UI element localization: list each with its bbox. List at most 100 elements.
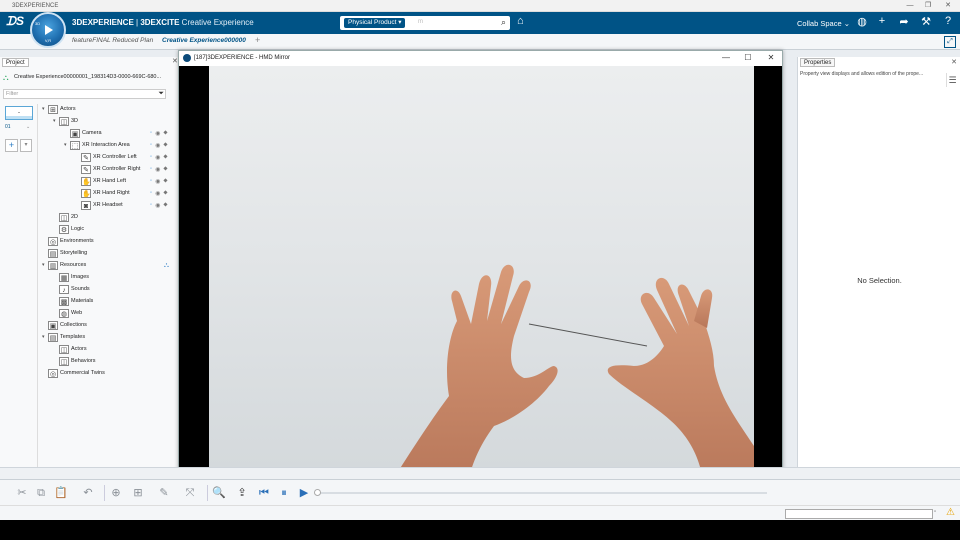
expand-icon[interactable]: ⤢: [944, 36, 956, 48]
share-icon[interactable]: ➦: [896, 15, 912, 28]
filter-input[interactable]: Filter ⏷: [3, 89, 166, 99]
search-context-dropdown[interactable]: Physical Product ▾: [344, 18, 406, 28]
collab-space-dropdown[interactable]: Collab Space ⌄: [797, 19, 850, 28]
tree-item[interactable]: ▣ Camera: [64, 127, 102, 139]
version-button[interactable]: -: [5, 106, 33, 120]
lock-icon[interactable]: ⬥: [163, 202, 167, 209]
lock-icon[interactable]: ⬥: [163, 142, 167, 149]
eye-icon[interactable]: ◉: [155, 154, 160, 161]
help-icon[interactable]: ?: [940, 15, 956, 27]
add-icon[interactable]: +: [874, 15, 890, 27]
eye-icon[interactable]: ◉: [155, 178, 160, 185]
tree-item[interactable]: ✋ XR Hand Left: [75, 175, 126, 187]
eye-icon[interactable]: ◉: [155, 190, 160, 197]
tree-item[interactable]: ✎ XR Controller Left: [75, 151, 137, 163]
minimize-button[interactable]: —: [900, 0, 920, 12]
close-button[interactable]: ✕: [764, 53, 778, 62]
eye-icon[interactable]: ◉: [155, 166, 160, 173]
tree-item[interactable]: ◎ Commercial Twins: [42, 367, 105, 379]
visibility-dot-icon[interactable]: ◦: [150, 130, 152, 136]
tree-item[interactable]: ▩ Materials: [53, 295, 93, 307]
lock-icon[interactable]: ⬥: [163, 166, 167, 173]
search-input[interactable]: m: [418, 19, 423, 25]
vr-scene[interactable]: [209, 66, 754, 486]
command-input[interactable]: [785, 509, 933, 519]
tree-item[interactable]: ◍ Web: [53, 307, 82, 319]
pen-icon[interactable]: ✎: [156, 485, 172, 501]
undo-icon[interactable]: ↶: [80, 485, 96, 501]
eye-icon[interactable]: ◉: [155, 202, 160, 209]
tree-item[interactable]: ◫ 2D: [53, 211, 78, 223]
tree-item[interactable]: ▤ Storytelling: [42, 247, 87, 259]
tree-item[interactable]: ▾ ▥ Resources: [42, 259, 86, 271]
tree-item[interactable]: ⚙ Logic: [53, 223, 84, 235]
transform-icon[interactable]: ⤧: [182, 485, 198, 501]
tab-feature-final[interactable]: featureFINAL Reduced Plan: [72, 37, 160, 44]
cut-icon[interactable]: ✂: [14, 485, 30, 501]
visibility-dot-icon[interactable]: ◦: [150, 178, 152, 184]
lock-icon[interactable]: ⬥: [163, 154, 167, 161]
close-icon[interactable]: ✕: [951, 58, 957, 66]
eye-icon[interactable]: ◉: [155, 142, 160, 149]
warning-icon[interactable]: ⚠: [946, 507, 955, 518]
tree-item[interactable]: ▾ ⊞ Actors: [42, 103, 76, 115]
user-icon[interactable]: ◍: [854, 15, 870, 28]
pause-icon[interactable]: ⏸: [276, 485, 292, 501]
hmd-viewport[interactable]: [179, 66, 782, 486]
step-back-icon[interactable]: ⏮: [256, 485, 272, 501]
search-icon[interactable]: ⌕: [501, 17, 506, 28]
visibility-dot-icon[interactable]: ◦: [150, 202, 152, 208]
tree-item[interactable]: ◫ Actors: [53, 343, 87, 355]
play-icon[interactable]: ▶: [296, 485, 312, 501]
timeline-knob[interactable]: [314, 489, 321, 496]
tools-icon[interactable]: ⚒: [918, 15, 934, 28]
eye-icon[interactable]: ◉: [155, 130, 160, 137]
minimize-button[interactable]: —: [719, 53, 733, 62]
tree-item[interactable]: ✋ XR Hand Right: [75, 187, 130, 199]
restore-button[interactable]: ❐: [918, 0, 938, 12]
group-icon[interactable]: ⊞: [130, 485, 146, 501]
tag-icon[interactable]: ⌂: [517, 15, 524, 27]
visibility-dot-icon[interactable]: ◦: [150, 190, 152, 196]
tab-properties[interactable]: Properties: [800, 58, 836, 67]
tree-item[interactable]: ◙ XR Headset: [75, 199, 123, 211]
lock-icon[interactable]: ⬥: [163, 190, 167, 197]
tree-item[interactable]: ▦ Images: [53, 271, 89, 283]
visibility-dot-icon[interactable]: ◦: [150, 142, 152, 148]
timeline-slider[interactable]: [314, 489, 767, 496]
tree-item[interactable]: ◎ Environments: [42, 235, 94, 247]
copy-icon[interactable]: ⧉: [33, 485, 49, 501]
tree-item[interactable]: ◫ Behaviors: [53, 355, 95, 367]
add-button[interactable]: +: [5, 139, 18, 152]
search-icon[interactable]: 🔍: [211, 485, 227, 501]
command-button[interactable]: ▫: [934, 509, 936, 515]
close-button[interactable]: ✕: [938, 0, 958, 12]
chevron-down-icon[interactable]: ⌄: [26, 124, 30, 130]
zoom-fit-icon[interactable]: ⊕: [108, 485, 124, 501]
tab-project[interactable]: Project: [2, 58, 29, 67]
tree-item[interactable]: ▣ Collections: [42, 319, 87, 331]
horizontal-scrollbar[interactable]: [0, 467, 960, 479]
chevron-down-icon[interactable]: ▾: [20, 139, 32, 152]
close-icon[interactable]: ✕: [172, 57, 178, 65]
compass-icon[interactable]: 3D V,R: [30, 12, 66, 48]
lock-icon[interactable]: ⬥: [163, 130, 167, 137]
filter-icon[interactable]: ⏷: [158, 89, 164, 98]
maximize-button[interactable]: ☐: [741, 53, 755, 62]
search-box[interactable]: Physical Product ▾ m ⌕: [340, 16, 510, 30]
menu-icon[interactable]: ☰: [946, 73, 958, 87]
visibility-dot-icon[interactable]: ◦: [150, 154, 152, 160]
visibility-dot-icon[interactable]: ◦: [150, 166, 152, 172]
tree-item[interactable]: ▾ ⬚ XR Interaction Area: [64, 139, 130, 151]
hierarchy-icon[interactable]: ⛬: [164, 262, 169, 270]
tree-item[interactable]: ✎ XR Controller Right: [75, 163, 140, 175]
paste-icon[interactable]: 📋: [53, 485, 69, 501]
tree-item[interactable]: ▾ ◫ 3D: [53, 115, 78, 127]
tab-creative-experience[interactable]: Creative Experience000000: [162, 37, 248, 44]
tree-item[interactable]: ▾ ▤ Templates: [42, 331, 85, 343]
tree-item[interactable]: ♪ Sounds: [53, 283, 90, 295]
node-icon: ▥: [48, 260, 58, 270]
new-tab-button[interactable]: +: [255, 35, 260, 45]
lock-icon[interactable]: ⬥: [163, 178, 167, 185]
export-icon[interactable]: ⇪: [234, 485, 250, 501]
